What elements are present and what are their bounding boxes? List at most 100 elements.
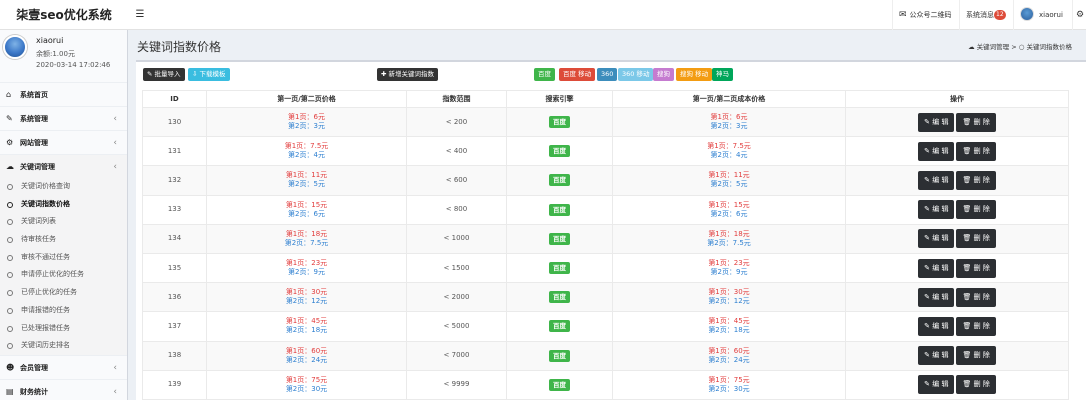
edit-button[interactable]: ✎ 编 辑 — [918, 375, 955, 395]
delete-button[interactable]: 🗑 删 除 — [956, 258, 996, 278]
submenu-item[interactable]: 关键词列表 — [0, 213, 127, 231]
cell-price: 第1页：7.5元 第2页：4元 — [206, 136, 407, 167]
submenu-item[interactable]: 关键词价格查询 — [0, 178, 127, 196]
submenu-item-label: 关键词列表 — [21, 217, 56, 226]
page-title: 关键词指数价格 — [137, 40, 222, 54]
sidebar-item-system[interactable]: ✎ 系统管理 ‹ — [0, 106, 127, 130]
cell-range: < 800 — [406, 194, 507, 225]
sidebar-item-label: 会员管理 — [20, 363, 48, 372]
messages-link[interactable]: 系统消息 12 — [959, 0, 1012, 30]
cell-range: < 9999 — [406, 369, 507, 400]
price-page2: 第2页：4元 — [288, 151, 325, 160]
cost-page1: 第1页：60元 — [708, 346, 750, 355]
price-page2: 第2页：7.5元 — [284, 238, 329, 247]
submenu-item-label: 关键词指数价格 — [21, 199, 70, 208]
download-template-button[interactable]: ⇩ 下载模板 — [188, 68, 230, 81]
delete-button[interactable]: 🗑 删 除 — [956, 170, 996, 190]
column-header-id[interactable]: ID — [142, 90, 207, 108]
cell-id: 139 — [142, 369, 207, 400]
engine-tag-sogou-mobile[interactable]: 搜狗 移动 — [676, 68, 713, 81]
edit-button[interactable]: ✎ 编 辑 — [918, 346, 955, 366]
settings-icon[interactable]: ⚙ — [1072, 0, 1086, 30]
cell-actions: ✎ 编 辑 🗑 删 除 — [845, 106, 1069, 138]
edit-button[interactable]: ✎ 编 辑 — [918, 200, 955, 220]
delete-button[interactable]: 🗑 删 除 — [956, 287, 996, 307]
price-page1: 第1页：23元 — [285, 259, 328, 268]
sidebar-item-finance[interactable]: ▤ 财务统计 ‹ — [0, 378, 127, 400]
delete-button[interactable]: 🗑 删 除 — [956, 375, 996, 395]
edit-button[interactable]: ✎ 编 辑 — [918, 316, 955, 336]
submenu-item[interactable]: 申请停止优化的任务 — [0, 266, 127, 284]
table-row: 138 第1页：60元 第2页：24元 < 7000 百度 第1页：60元 第2页：24元 ✎… — [142, 340, 1069, 371]
table-row: 133 第1页：15元 第2页：6元 < 800 百度 第1页：15元 第2页：6元 ✎ 编 … — [142, 194, 1069, 225]
submenu-item[interactable]: 已停止优化的任务 — [0, 284, 127, 302]
edit-button[interactable]: ✎ 编 辑 — [918, 112, 955, 132]
engine-tag-360[interactable]: 360 — [597, 68, 618, 81]
sidebar-item-home[interactable]: ⌂ 系统首页 — [0, 82, 127, 106]
cell-id: 131 — [142, 136, 207, 167]
circle-icon — [7, 290, 13, 297]
price-page2: 第2页：9元 — [288, 268, 325, 277]
submenu-item[interactable]: 已处理报错任务 — [0, 320, 127, 338]
engine-badge: 百度 — [549, 232, 570, 245]
edit-label: 编 辑 — [932, 205, 949, 214]
delete-label: 删 除 — [973, 205, 990, 214]
cell-cost: 第1页：18元 第2页：7.5元 — [612, 223, 846, 254]
submenu-item[interactable]: 关键词历史排名 — [0, 337, 127, 355]
submenu-item[interactable]: 申请报错的任务 — [0, 302, 127, 320]
app-logo[interactable]: 柒壹seo优化系统 — [0, 0, 128, 30]
column-header-range[interactable]: 指数范围 — [406, 90, 507, 108]
edit-button[interactable]: ✎ 编 辑 — [918, 170, 955, 190]
messages-label: 系统消息 — [966, 11, 994, 19]
delete-button[interactable]: 🗑 删 除 — [956, 112, 996, 132]
delete-label: 删 除 — [973, 380, 990, 389]
breadcrumb-parent[interactable]: 关键词管理 — [977, 43, 1010, 51]
column-header-price[interactable]: 第一页/第二页价格 — [206, 90, 407, 108]
edit-button[interactable]: ✎ 编 辑 — [918, 258, 955, 278]
cost-page1: 第1页：6元 — [710, 113, 748, 122]
delete-button[interactable]: 🗑 删 除 — [956, 346, 996, 366]
edit-label: 编 辑 — [932, 234, 949, 243]
delete-label: 删 除 — [973, 351, 990, 360]
breadcrumb-separator: > — [1011, 43, 1017, 51]
submenu-item-active[interactable]: 关键词指数价格 — [0, 196, 127, 214]
engine-tag-shenma[interactable]: 神马 — [712, 68, 733, 81]
cost-page1: 第1页：30元 — [708, 288, 750, 297]
cell-engine: 百度 — [506, 369, 613, 400]
cell-engine: 百度 — [506, 340, 613, 371]
delete-button[interactable]: 🗑 删 除 — [956, 316, 996, 336]
engine-tag-360-mobile[interactable]: 360 移动 — [618, 68, 654, 81]
column-header-actions: 操作 — [845, 90, 1069, 108]
submenu-item[interactable]: 审核不通过任务 — [0, 249, 127, 267]
add-keyword-index-button[interactable]: ✚ 新增关键词指数 — [377, 68, 439, 81]
engine-tag-sogou[interactable]: 搜狗 — [653, 68, 674, 81]
column-header-engine[interactable]: 搜索引擎 — [506, 90, 613, 108]
plus-icon: ✚ — [381, 70, 387, 78]
engine-tag-baidu-mobile[interactable]: 百度 移动 — [559, 68, 596, 81]
engine-tag-baidu[interactable]: 百度 — [534, 68, 555, 81]
edit-button[interactable]: ✎ 编 辑 — [918, 287, 955, 307]
delete-button[interactable]: 🗑 删 除 — [956, 200, 996, 220]
delete-label: 删 除 — [973, 146, 990, 155]
edit-button[interactable]: ✎ 编 辑 — [918, 141, 955, 161]
breadcrumb-current: 关键词指数价格 — [1026, 43, 1073, 51]
cost-page1: 第1页：7.5元 — [707, 142, 751, 151]
cell-cost: 第1页：30元 第2页：12元 — [612, 282, 846, 313]
edit-button[interactable]: ✎ 编 辑 — [918, 229, 955, 249]
cost-page1: 第1页：75元 — [708, 375, 750, 384]
menu-toggle-icon[interactable]: ☰ — [134, 0, 146, 30]
sidebar-item-keywords[interactable]: ☁ 关键词管理 ‹ — [0, 154, 127, 178]
cell-actions: ✎ 编 辑 🗑 删 除 — [845, 165, 1069, 196]
submenu-item[interactable]: 待审核任务 — [0, 231, 127, 249]
sidebar-item-members[interactable]: ☻ 会员管理 ‹ — [0, 354, 127, 379]
sidebar-item-website[interactable]: ⚙ 网站管理 ‹ — [0, 130, 127, 154]
delete-button[interactable]: 🗑 删 除 — [956, 141, 996, 161]
column-header-cost[interactable]: 第一页/第二页成本价格 — [612, 90, 846, 108]
cost-page2: 第2页：7.5元 — [707, 238, 751, 247]
user-menu[interactable]: xiaorui — [1013, 0, 1069, 30]
qrcode-link[interactable]: ✉ 公众号二维码 — [892, 0, 958, 30]
delete-button[interactable]: 🗑 删 除 — [956, 229, 996, 249]
batch-import-button[interactable]: ✎ 批量导入 — [143, 68, 185, 81]
cell-range: < 400 — [406, 136, 507, 167]
cell-range: < 5000 — [406, 311, 507, 342]
